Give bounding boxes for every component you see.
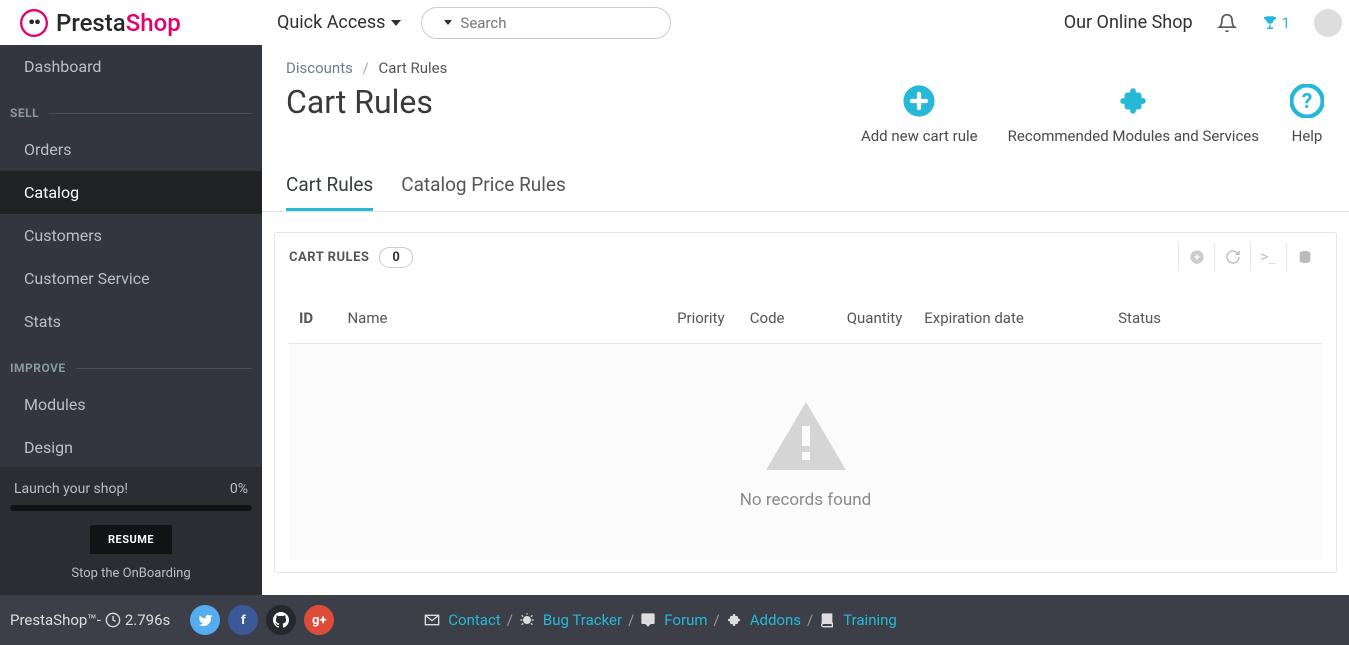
data-grid: ID Name Priority Code Quantity Expiratio… <box>275 281 1336 572</box>
col-priority[interactable]: Priority <box>677 309 750 327</box>
panel-add-button[interactable] <box>1178 243 1214 271</box>
bug-icon <box>519 612 535 628</box>
svg-text:?: ? <box>1302 89 1313 114</box>
warning-icon <box>756 394 856 474</box>
puzzle-icon <box>726 612 742 628</box>
tabs: Cart Rules Catalog Price Rules <box>262 161 1349 212</box>
sidebar-item-customer-service[interactable]: Customer Service <box>0 257 262 300</box>
add-cart-rule-label: Add new cart rule <box>861 127 978 145</box>
panel-export-button[interactable] <box>1286 243 1322 271</box>
col-quantity[interactable]: Quantity <box>847 309 925 327</box>
add-cart-rule-button[interactable]: Add new cart rule <box>861 83 978 145</box>
comments-icon <box>640 612 656 628</box>
question-circle-icon: ? <box>1289 83 1325 119</box>
sidebar-section-improve: IMPROVE <box>0 343 262 383</box>
sidebar-item-customers[interactable]: Customers <box>0 214 262 257</box>
googleplus-icon[interactable]: g+ <box>304 605 334 635</box>
page-title: Cart Rules <box>286 83 433 121</box>
col-name[interactable]: Name <box>347 309 677 327</box>
caret-down-icon <box>391 20 401 26</box>
onboard-percent: 0% <box>230 481 248 497</box>
col-id[interactable]: ID <box>299 309 347 327</box>
book-icon <box>819 612 835 628</box>
main-content: Discounts / Cart Rules Cart Rules Add ne… <box>262 45 1349 595</box>
onboarding-panel: Launch your shop! 0% RESUME Stop the OnB… <box>0 467 262 595</box>
sidebar-item-orders[interactable]: Orders <box>0 128 262 171</box>
panel-count: 0 <box>379 247 412 268</box>
quick-access-dropdown[interactable]: Quick Access <box>277 12 401 33</box>
trophy-count: 1 <box>1282 14 1290 32</box>
search-box[interactable] <box>421 7 671 39</box>
footer-contact-link[interactable]: Contact <box>448 611 500 629</box>
empty-state: No records found <box>289 344 1322 560</box>
footer-bug-link[interactable]: Bug Tracker <box>543 611 622 629</box>
footer-brand: PrestaShop™ <box>10 611 97 629</box>
tab-catalog-price-rules[interactable]: Catalog Price Rules <box>401 161 566 211</box>
grid-header-row: ID Name Priority Code Quantity Expiratio… <box>289 293 1322 344</box>
col-code[interactable]: Code <box>750 309 847 327</box>
col-expiration[interactable]: Expiration date <box>924 309 1118 327</box>
footer-forum-link[interactable]: Forum <box>664 611 707 629</box>
resume-button[interactable]: RESUME <box>90 525 172 554</box>
help-button[interactable]: ? Help <box>1289 83 1325 145</box>
search-input[interactable] <box>460 14 659 32</box>
puzzle-icon <box>1115 83 1151 119</box>
trophy-icon[interactable]: 1 <box>1261 14 1290 32</box>
avatar[interactable] <box>1314 9 1342 37</box>
sidebar-section-sell: SELL <box>0 88 262 128</box>
breadcrumb-parent[interactable]: Discounts <box>286 59 353 77</box>
onboard-progress-bar <box>10 505 252 511</box>
topbar: Quick Access Our Online Shop 1 <box>262 0 1349 45</box>
plus-circle-icon <box>901 83 937 119</box>
cart-rules-panel: CART RULES 0 >_ ID Name Priority Code Qu… <box>274 232 1337 573</box>
footer-time: 2.796s <box>125 611 170 629</box>
footer-sep: - <box>97 611 101 629</box>
sidebar-item-dashboard[interactable]: Dashboard <box>0 45 262 88</box>
stop-onboarding-link[interactable]: Stop the OnBoarding <box>10 566 252 581</box>
breadcrumb-separator: / <box>363 59 369 77</box>
breadcrumb-current: Cart Rules <box>379 59 448 77</box>
footer-links: Contact/ Bug Tracker/ Forum/ Addons/ Tra… <box>424 611 897 629</box>
quick-access-label: Quick Access <box>277 12 385 33</box>
search-caret-icon <box>444 20 452 25</box>
sidebar-item-modules[interactable]: Modules <box>0 383 262 426</box>
panel-refresh-button[interactable] <box>1214 243 1250 271</box>
col-status[interactable]: Status <box>1118 309 1312 327</box>
sidebar-item-catalog[interactable]: Catalog <box>0 171 262 214</box>
shop-name-link[interactable]: Our Online Shop <box>1064 12 1193 33</box>
footer: PrestaShop™ - 2.796s f g+ Contact/ Bug T… <box>0 595 1349 645</box>
sidebar-item-design[interactable]: Design <box>0 426 262 469</box>
brand-shop: Shop <box>126 9 181 37</box>
footer-addons-link[interactable]: Addons <box>750 611 801 629</box>
clock-icon <box>105 612 121 628</box>
recommended-modules-label: Recommended Modules and Services <box>1008 127 1259 145</box>
prestashop-logo-icon <box>20 9 48 37</box>
panel-title: CART RULES <box>289 250 369 265</box>
page-header: Cart Rules Add new cart rule Recommended… <box>262 83 1349 161</box>
tab-cart-rules[interactable]: Cart Rules <box>286 161 373 211</box>
sidebar: PrestaShop Dashboard SELL Orders Catalog… <box>0 0 262 595</box>
help-label: Help <box>1289 127 1325 145</box>
panel-sql-button[interactable]: >_ <box>1250 243 1286 271</box>
footer-training-link[interactable]: Training <box>843 611 897 629</box>
brand-presta: Presta <box>56 9 126 37</box>
empty-text: No records found <box>289 490 1322 510</box>
facebook-icon[interactable]: f <box>228 605 258 635</box>
logo[interactable]: PrestaShop <box>0 0 262 45</box>
envelope-icon <box>424 613 440 627</box>
twitter-icon[interactable] <box>190 605 220 635</box>
recommended-modules-button[interactable]: Recommended Modules and Services <box>1008 83 1259 145</box>
notifications-icon[interactable] <box>1217 13 1237 33</box>
github-icon[interactable] <box>266 605 296 635</box>
breadcrumb: Discounts / Cart Rules <box>262 45 1349 83</box>
sidebar-item-stats[interactable]: Stats <box>0 300 262 343</box>
onboard-launch-label: Launch your shop! <box>14 481 128 497</box>
